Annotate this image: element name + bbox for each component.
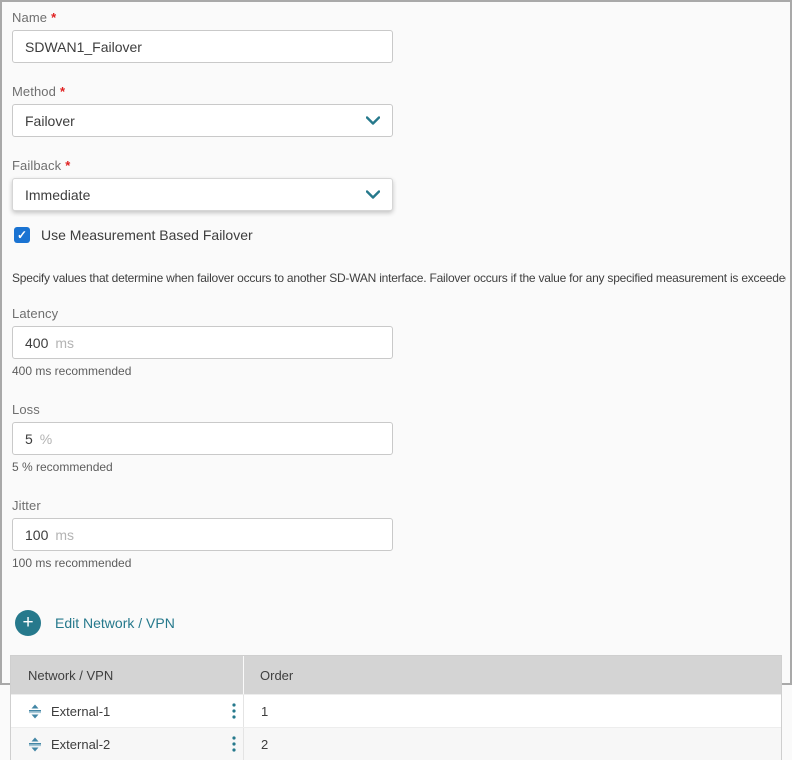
failback-label: Failback*	[12, 158, 786, 173]
method-select[interactable]: Failover	[12, 104, 393, 137]
network-name: External-2	[51, 737, 110, 752]
use-measurement-checkbox[interactable]: ✓	[14, 227, 30, 243]
name-label: Name*	[12, 10, 786, 25]
name-field-group: Name*	[12, 10, 786, 63]
measurement-checkbox-row: ✓ Use Measurement Based Failover	[14, 227, 786, 243]
required-marker: *	[60, 84, 65, 99]
method-selected-value: Failover	[25, 113, 75, 129]
jitter-hint: 100 ms recommended	[12, 556, 786, 570]
sdwan-failover-form: Name* Method* Failover Failback* Immedia…	[2, 2, 790, 760]
network-vpn-table: Network / VPN Order External-1 1 Externa…	[10, 655, 782, 760]
loss-field-group: Loss 5 % 5 % recommended	[12, 402, 786, 474]
chevron-down-icon	[366, 116, 380, 125]
column-header-network-vpn: Network / VPN	[11, 668, 243, 683]
jitter-unit: ms	[55, 527, 74, 543]
failover-description-text: Specify values that determine when failo…	[12, 271, 786, 285]
latency-label: Latency	[12, 306, 786, 321]
loss-label: Loss	[12, 402, 786, 417]
order-cell: 2	[243, 728, 781, 760]
latency-field-group: Latency 400 ms 400 ms recommended	[12, 306, 786, 378]
method-field-group: Method* Failover	[12, 84, 786, 137]
network-cell: External-1	[11, 695, 243, 727]
required-marker: *	[65, 158, 70, 173]
chevron-down-icon	[366, 190, 380, 199]
check-icon: ✓	[17, 229, 27, 241]
table-header-row: Network / VPN Order	[11, 656, 781, 694]
latency-unit: ms	[55, 335, 74, 351]
jitter-label: Jitter	[12, 498, 786, 513]
jitter-field-group: Jitter 100 ms 100 ms recommended	[12, 498, 786, 570]
drag-handle-icon[interactable]	[28, 704, 42, 719]
order-cell: 1	[243, 695, 781, 727]
jitter-value: 100	[25, 527, 48, 543]
column-header-order: Order	[244, 668, 293, 683]
loss-hint: 5 % recommended	[12, 460, 786, 474]
drag-handle-icon[interactable]	[28, 737, 42, 752]
table-row[interactable]: External-2 2	[11, 727, 781, 760]
table-row[interactable]: External-1 1	[11, 694, 781, 727]
required-marker: *	[51, 10, 56, 25]
edit-network-vpn-row: + Edit Network / VPN	[15, 610, 786, 636]
latency-hint: 400 ms recommended	[12, 364, 786, 378]
row-menu-kebab-icon[interactable]	[232, 703, 236, 719]
jitter-input[interactable]: 100 ms	[12, 518, 393, 551]
measurement-checkbox-label: Use Measurement Based Failover	[41, 227, 253, 243]
failback-select[interactable]: Immediate	[12, 178, 393, 211]
loss-input[interactable]: 5 %	[12, 422, 393, 455]
network-name: External-1	[51, 704, 110, 719]
failback-field-group: Failback* Immediate	[12, 158, 786, 211]
failback-selected-value: Immediate	[25, 187, 90, 203]
loss-value: 5	[25, 431, 33, 447]
add-icon[interactable]: +	[15, 610, 41, 636]
name-input[interactable]	[12, 30, 393, 63]
latency-value: 400	[25, 335, 48, 351]
latency-input[interactable]: 400 ms	[12, 326, 393, 359]
plus-glyph: +	[22, 613, 33, 632]
method-label: Method*	[12, 84, 786, 99]
loss-unit: %	[40, 431, 52, 447]
edit-network-vpn-link[interactable]: Edit Network / VPN	[55, 615, 175, 631]
row-menu-kebab-icon[interactable]	[232, 736, 236, 752]
network-cell: External-2	[11, 728, 243, 760]
